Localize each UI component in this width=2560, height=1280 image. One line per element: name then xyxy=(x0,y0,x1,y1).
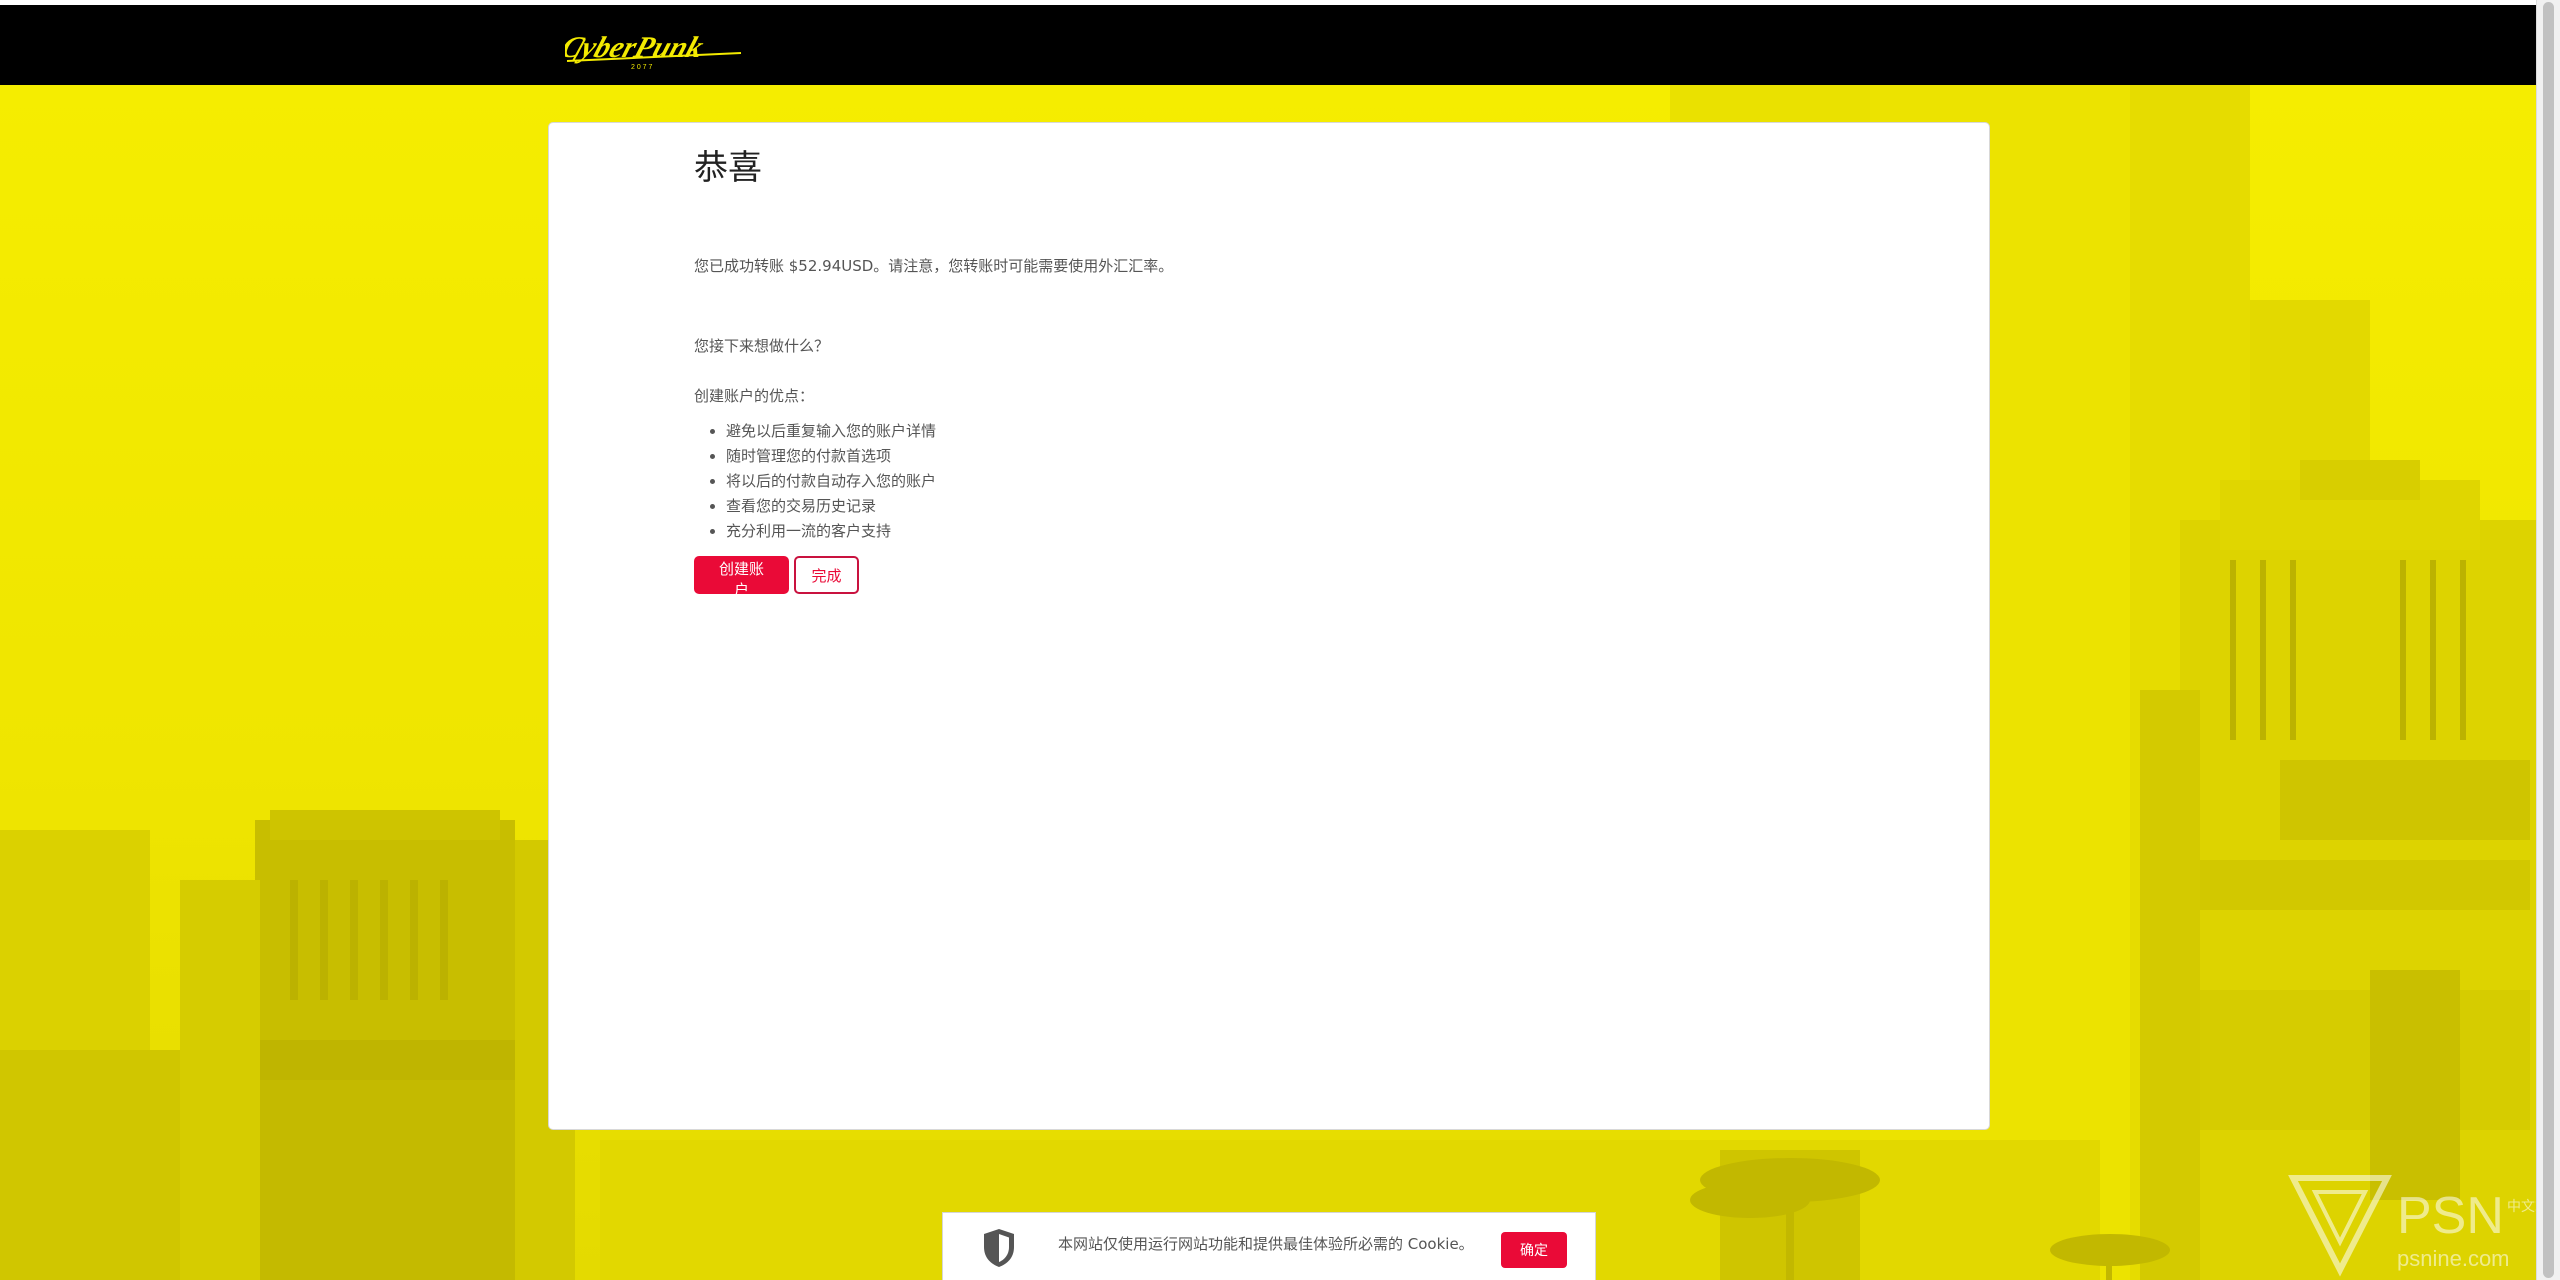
watermark-main: PSN xyxy=(2397,1187,2504,1245)
list-item: 充分利用一流的客户支持 xyxy=(726,519,936,544)
list-item: 避免以后重复输入您的账户详情 xyxy=(726,419,936,444)
list-item: 查看您的交易历史记录 xyxy=(726,494,936,519)
done-button[interactable]: 完成 xyxy=(794,556,859,594)
cookie-banner: 本网站仅使用运行网站功能和提供最佳体验所必需的 Cookie。 确定 xyxy=(942,1212,1596,1280)
confirmation-card: 恭喜 您已成功转账 $52.94USD。请注意，您转账时可能需要使用外汇汇率。 … xyxy=(548,122,1990,1130)
scrollbar-thumb[interactable] xyxy=(2543,2,2554,1278)
next-question: 您接下来想做什么？ xyxy=(694,337,830,355)
page-title: 恭喜 xyxy=(694,148,762,188)
logo-wordmark: CyberPunk xyxy=(565,31,708,64)
create-account-button[interactable]: 创建账户 xyxy=(694,556,789,599)
shield-icon xyxy=(984,1229,1014,1267)
psnine-watermark: PSN 中文站 psnine.com xyxy=(2285,1170,2555,1280)
action-buttons: 创建账户 完成 xyxy=(694,556,859,599)
cookie-confirm-button[interactable]: 确定 xyxy=(1501,1232,1567,1268)
page-scrollbar[interactable] xyxy=(2536,0,2560,1280)
benefits-heading: 创建账户的优点： xyxy=(694,387,815,405)
logo-subtext: 2 0 7 7 xyxy=(631,64,653,71)
watermark-sub: psnine.com xyxy=(2397,1246,2510,1271)
benefits-list: 避免以后重复输入您的账户详情 随时管理您的付款首选项 将以后的付款自动存入您的账… xyxy=(694,419,936,544)
card-content: 恭喜 您已成功转账 $52.94USD。请注意，您转账时可能需要使用外汇汇率。 … xyxy=(694,143,1894,599)
watermark-logo-icon xyxy=(2288,1175,2392,1277)
transfer-message: 您已成功转账 $52.94USD。请注意，您转账时可能需要使用外汇汇率。 xyxy=(694,257,1174,275)
list-item: 随时管理您的付款首选项 xyxy=(726,444,936,469)
list-item: 将以后的付款自动存入您的账户 xyxy=(726,469,936,494)
site-header: CyberPunk 2 0 7 7 xyxy=(0,5,2537,85)
cyberpunk-logo[interactable]: CyberPunk 2 0 7 7 xyxy=(565,27,750,71)
cookie-message: 本网站仅使用运行网站功能和提供最佳体验所必需的 Cookie。 xyxy=(1058,1235,1474,1253)
